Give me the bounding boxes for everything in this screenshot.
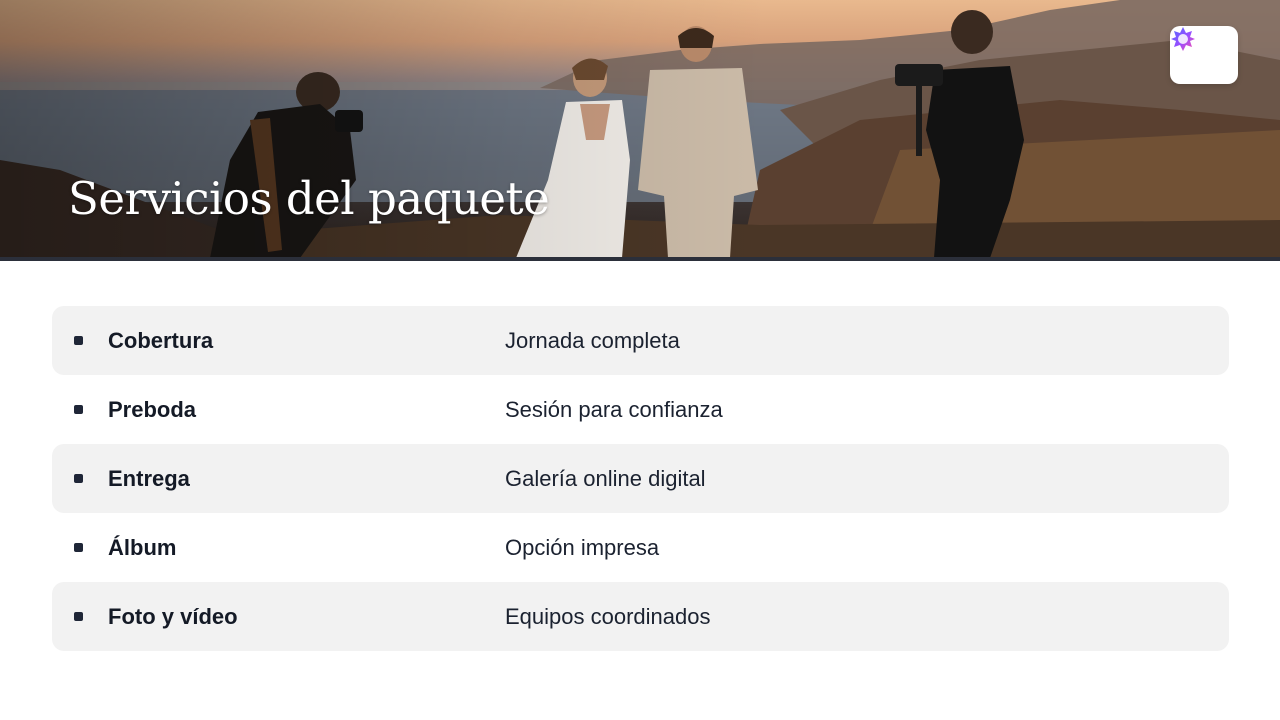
service-label: Foto y vídeo: [108, 603, 238, 629]
service-row-entrega: Entrega Galería online digital: [52, 444, 1229, 513]
service-row-album: Álbum Opción impresa: [52, 513, 1229, 582]
service-value: Sesión para confianza: [505, 396, 723, 422]
services-list: Cobertura Jornada completa Preboda Sesió…: [52, 306, 1229, 651]
bullet-icon: [74, 405, 83, 414]
hero-banner: Servicios del paquete: [0, 0, 1280, 258]
service-row-preboda: Preboda Sesión para confianza: [52, 375, 1229, 444]
service-value: Opción impresa: [505, 534, 660, 560]
page-title: Servicios del paquete: [68, 172, 550, 225]
bullet-icon: [74, 612, 83, 621]
service-value: Equipos coordinados: [505, 603, 711, 629]
service-value: Galería online digital: [505, 465, 706, 491]
service-row-foto-video: Foto y vídeo Equipos coordinados: [52, 582, 1229, 651]
hero-divider: [0, 257, 1280, 261]
logo-badge[interactable]: [1170, 26, 1238, 84]
service-label: Entrega: [108, 465, 190, 491]
bullet-icon: [74, 543, 83, 552]
service-label: Álbum: [108, 534, 177, 560]
service-value: Jornada completa: [505, 327, 680, 353]
bullet-icon: [74, 474, 83, 483]
service-label: Preboda: [108, 396, 197, 422]
service-row-cobertura: Cobertura Jornada completa: [52, 306, 1229, 375]
star-logo-icon: [1171, 27, 1195, 51]
service-label: Cobertura: [108, 327, 214, 353]
bullet-icon: [74, 336, 83, 345]
